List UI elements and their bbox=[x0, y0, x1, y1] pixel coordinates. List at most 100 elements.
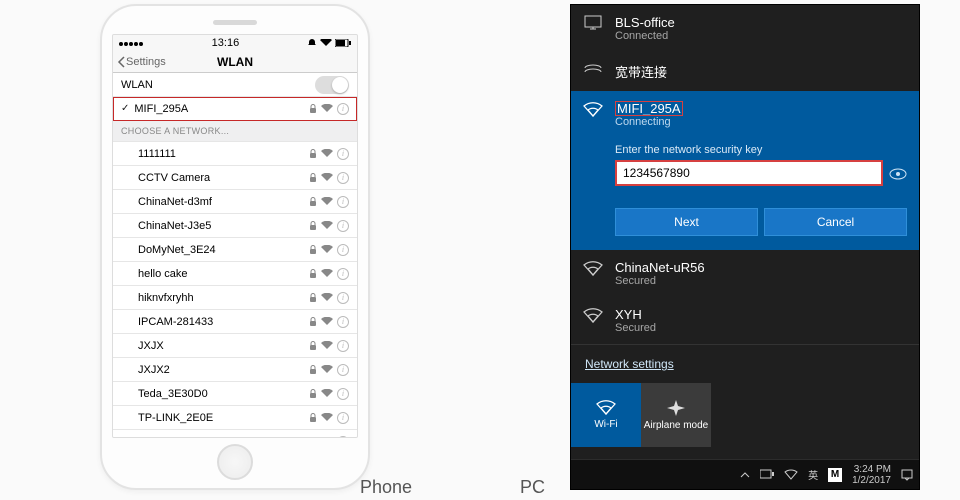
network-row[interactable]: Teda_3E30D0 i bbox=[113, 382, 357, 406]
lock-icon bbox=[309, 389, 317, 399]
back-button[interactable]: Settings bbox=[117, 56, 166, 68]
info-icon[interactable]: i bbox=[337, 316, 349, 328]
security-key-panel: Enter the network security key bbox=[571, 138, 919, 198]
home-button[interactable] bbox=[217, 444, 253, 480]
phone-screen: 13:16 Settings WLAN WLAN ✓ MIFI_295A bbox=[112, 34, 358, 438]
pc-network-name: ChinaNet-uR56 bbox=[615, 260, 705, 275]
tray-chevron-up-icon[interactable] bbox=[740, 469, 750, 481]
tray-ime-m[interactable]: M bbox=[828, 468, 842, 482]
wifi-secured-icon bbox=[583, 307, 603, 323]
info-icon[interactable]: i bbox=[337, 148, 349, 160]
lock-icon bbox=[309, 413, 317, 423]
network-name: hello cake bbox=[138, 268, 188, 280]
network-settings-link[interactable]: Network settings bbox=[571, 344, 919, 383]
info-icon[interactable]: i bbox=[337, 268, 349, 280]
info-icon[interactable]: i bbox=[337, 388, 349, 400]
pc-network-item[interactable]: 宽带连接 bbox=[571, 52, 919, 91]
info-icon[interactable]: i bbox=[337, 220, 349, 232]
pc-network-item[interactable]: XYHSecured bbox=[571, 297, 919, 344]
network-row[interactable]: JXJX2i bbox=[113, 358, 357, 382]
wlan-toggle-row[interactable]: WLAN bbox=[113, 73, 357, 97]
info-icon[interactable]: i bbox=[337, 172, 349, 184]
airplane-tile[interactable]: Airplane mode bbox=[641, 383, 711, 447]
info-icon[interactable]: i bbox=[337, 364, 349, 376]
lock-icon bbox=[309, 293, 317, 303]
pc-active-status: Connecting bbox=[615, 116, 683, 128]
info-icon[interactable]: i bbox=[337, 196, 349, 208]
network-row[interactable]: DoMyNet_3E24 i bbox=[113, 238, 357, 262]
phone-device: 13:16 Settings WLAN WLAN ✓ MIFI_295A bbox=[100, 4, 370, 490]
network-name: DoMyNet_3E24 bbox=[138, 244, 216, 256]
security-key-label: Enter the network security key bbox=[615, 144, 907, 156]
pc-network-flyout: BLS-officeConnected 宽带连接 MIFI_295A Connec… bbox=[570, 4, 920, 490]
choose-network-header: CHOOSE A NETWORK... bbox=[113, 121, 357, 142]
status-bar: 13:16 bbox=[113, 35, 357, 51]
lock-icon bbox=[309, 269, 317, 279]
lock-icon bbox=[309, 173, 317, 183]
info-icon[interactable]: i bbox=[337, 292, 349, 304]
tray-clock[interactable]: 3:24 PM 1/2/2017 bbox=[852, 464, 891, 486]
phone-caption: Phone bbox=[360, 477, 412, 498]
network-row[interactable]: CCTV Camerai bbox=[113, 166, 357, 190]
network-row[interactable]: hello cake i bbox=[113, 262, 357, 286]
cancel-button[interactable]: Cancel bbox=[764, 208, 907, 236]
wifi-icon bbox=[321, 365, 333, 374]
page-title: WLAN bbox=[217, 55, 253, 69]
pc-network-item[interactable]: BLS-officeConnected bbox=[571, 5, 919, 52]
tray-notifications-icon[interactable] bbox=[901, 469, 913, 481]
network-list: 1111111iCCTV CameraiChinaNet-d3mfiChinaN… bbox=[113, 142, 357, 438]
network-row[interactable]: 1111111 i bbox=[113, 142, 357, 166]
pc-network-name: 宽带连接 bbox=[615, 62, 667, 81]
pc-network-name: XYH bbox=[615, 307, 656, 322]
pc-network-name: BLS-office bbox=[615, 15, 675, 30]
status-right bbox=[307, 37, 351, 49]
network-name: 1111111 bbox=[138, 148, 176, 160]
security-key-input[interactable] bbox=[615, 160, 883, 186]
phone-speaker bbox=[213, 20, 257, 25]
network-row[interactable]: TP-LINK_DD08 i bbox=[113, 430, 357, 438]
info-icon[interactable]: i bbox=[337, 412, 349, 424]
network-row[interactable]: ChinaNet-d3mfi bbox=[113, 190, 357, 214]
network-name: TP-LINK_DD08 bbox=[138, 436, 214, 439]
cell-signal-icon bbox=[119, 37, 144, 49]
reveal-password-icon[interactable] bbox=[889, 166, 907, 180]
wifi-icon bbox=[321, 221, 333, 230]
wlan-toggle[interactable] bbox=[315, 76, 349, 94]
tray-ime-lang[interactable]: 英 bbox=[808, 467, 818, 482]
info-icon[interactable]: i bbox=[337, 436, 349, 439]
chevron-left-icon bbox=[117, 56, 125, 68]
network-row[interactable]: hiknvfxryhhi bbox=[113, 286, 357, 310]
network-row[interactable]: JXJXi bbox=[113, 334, 357, 358]
pc-network-active[interactable]: MIFI_295A Connecting bbox=[571, 91, 919, 138]
lock-icon bbox=[309, 149, 317, 159]
info-icon[interactable]: i bbox=[337, 340, 349, 352]
info-icon[interactable]: i bbox=[337, 244, 349, 256]
wifi-icon bbox=[321, 197, 333, 206]
pc-network-sub: Connected bbox=[615, 30, 675, 42]
next-button[interactable]: Next bbox=[615, 208, 758, 236]
info-icon[interactable]: i bbox=[337, 103, 349, 115]
tray-wifi-icon[interactable] bbox=[784, 469, 798, 480]
wifi-icon bbox=[321, 104, 333, 113]
lock-icon bbox=[309, 197, 317, 207]
tray-battery-icon[interactable] bbox=[760, 469, 774, 480]
wifi-tile[interactable]: Wi-Fi bbox=[571, 383, 641, 447]
wlan-label: WLAN bbox=[121, 79, 153, 91]
airplane-tile-label: Airplane mode bbox=[644, 420, 708, 431]
network-name: TP-LINK_2E0E bbox=[138, 412, 213, 424]
lock-icon bbox=[309, 341, 317, 351]
lock-icon bbox=[309, 245, 317, 255]
network-row[interactable]: IPCAM-281433i bbox=[113, 310, 357, 334]
checkmark-icon: ✓ bbox=[121, 103, 129, 114]
network-name: Teda_3E30D0 bbox=[138, 388, 208, 400]
network-name: ChinaNet-J3e5 bbox=[138, 220, 211, 232]
connected-network-row[interactable]: ✓ MIFI_295A i bbox=[113, 97, 357, 121]
broadband-icon bbox=[583, 62, 603, 76]
lock-icon bbox=[309, 317, 317, 327]
connected-network-name: MIFI_295A bbox=[134, 103, 188, 115]
pc-network-item[interactable]: ChinaNet-uR56Secured bbox=[571, 250, 919, 297]
wifi-icon bbox=[321, 389, 333, 398]
quick-tiles: Wi-Fi Airplane mode bbox=[571, 383, 919, 447]
network-row[interactable]: ChinaNet-J3e5 i bbox=[113, 214, 357, 238]
network-row[interactable]: TP-LINK_2E0E i bbox=[113, 406, 357, 430]
